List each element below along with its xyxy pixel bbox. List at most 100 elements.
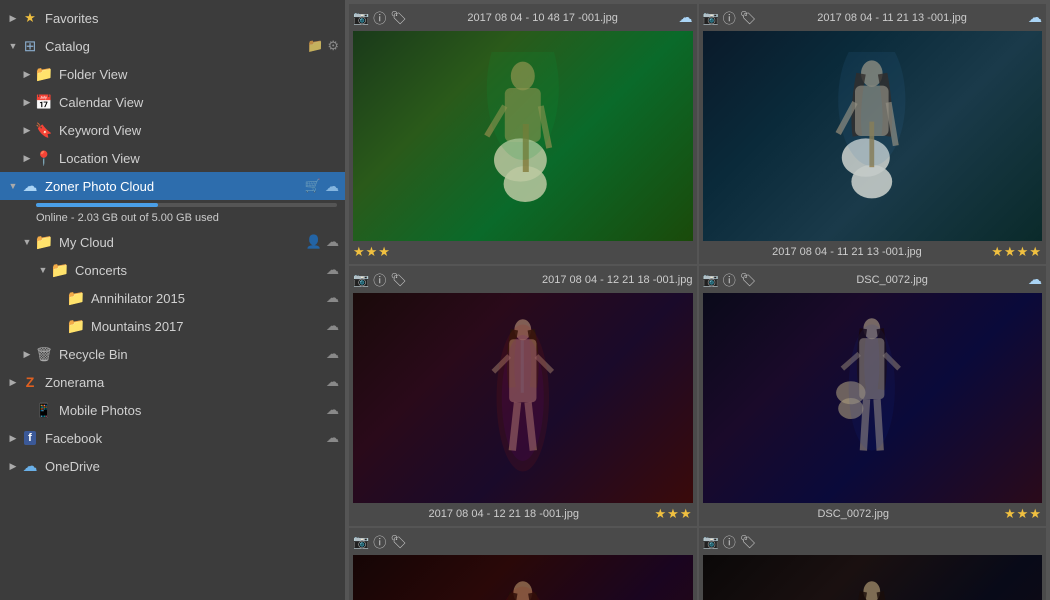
- folder-icon: 📁: [34, 64, 54, 84]
- annihilator-label: Annihilator 2015: [91, 291, 326, 306]
- sidebar-item-zonerama[interactable]: ▶ Z Zonerama ☁: [0, 368, 345, 396]
- annihilator-cloud-icon[interactable]: ☁: [326, 290, 339, 306]
- gear-icon[interactable]: ⚙: [327, 38, 339, 54]
- cloud-sync-icon[interactable]: ☁: [325, 178, 339, 195]
- photo-filename-label-4: DSC_0072.jpg: [703, 508, 1005, 520]
- calendar-icon: 📅: [34, 92, 54, 112]
- zonerama-cloud-icon[interactable]: ☁: [326, 374, 339, 390]
- recycle-bin-label: Recycle Bin: [59, 347, 326, 362]
- mountains-actions: ☁: [326, 318, 339, 334]
- photo-bottom-1: 2017 08 04 - 10 48 17 -001.jpg ★★★: [353, 244, 693, 260]
- sidebar-item-my-cloud[interactable]: ▼ 📁 My Cloud 👤 ☁: [0, 228, 345, 256]
- my-cloud-sync-icon[interactable]: ☁: [326, 234, 339, 250]
- person-icon[interactable]: 👤: [306, 234, 322, 250]
- sidebar-item-folder-view[interactable]: ▶ 📁 Folder View: [0, 60, 345, 88]
- guitarist-svg-3: [387, 314, 659, 482]
- sidebar-item-recycle-bin[interactable]: ▶ 🗑 Recycle Bin ☁: [0, 340, 345, 368]
- photo-icons-2: 📷 ⓘ 🏷: [703, 8, 757, 27]
- sidebar-item-keyword-view[interactable]: ▶ 🔖 Keyword View: [0, 116, 345, 144]
- sidebar-item-annihilator[interactable]: ▶ 📁 Annihilator 2015 ☁: [0, 284, 345, 312]
- photo-bottom-2: 2017 08 04 - 11 21 13 -001.jpg ★★★★: [703, 244, 1043, 260]
- camera-icon-5: 📷: [353, 534, 369, 550]
- photo-image-4[interactable]: [703, 293, 1043, 503]
- sidebar-item-favorites[interactable]: ▶ ★ Favorites: [0, 4, 345, 32]
- photo-icons-4: 📷 ⓘ 🏷: [703, 270, 757, 289]
- stars-4: ★★★: [1004, 506, 1042, 522]
- storage-bar: [36, 203, 337, 207]
- concerts-label: Concerts: [75, 263, 326, 278]
- favorites-label: Favorites: [45, 11, 339, 26]
- mountains-label: Mountains 2017: [91, 319, 326, 334]
- sidebar-item-zoner-cloud[interactable]: ▼ ☁ Zoner Photo Cloud 🛒 ☁: [0, 172, 345, 200]
- photo-cell-5[interactable]: 📷 ⓘ 🏷 DSC_0086.jpg: [349, 528, 697, 600]
- camera-icon-1: 📷: [353, 10, 369, 26]
- calendar-view-label: Calendar View: [59, 95, 339, 110]
- photo-cell-4[interactable]: 📷 ⓘ 🏷 DSC_0072.jpg ☁: [699, 266, 1047, 526]
- zoner-cloud-icon: ☁: [20, 176, 40, 196]
- sidebar-item-onedrive[interactable]: ▶ ☁ OneDrive: [0, 452, 345, 480]
- guitarist-svg-6: [736, 576, 1008, 600]
- sidebar-item-concerts[interactable]: ▼ 📁 Concerts ☁: [0, 256, 345, 284]
- photo-bg-5: [353, 555, 693, 600]
- photo-image-3[interactable]: [353, 293, 693, 503]
- mobile-photos-label: Mobile Photos: [59, 403, 326, 418]
- facebook-cloud-icon[interactable]: ☁: [326, 430, 339, 446]
- photo-image-5[interactable]: [353, 555, 693, 600]
- facebook-icon: f: [20, 428, 40, 448]
- photo-icons-5: 📷 ⓘ 🏷: [353, 532, 407, 551]
- photo-icons-1: 📷 ⓘ 🏷: [353, 8, 407, 27]
- mountains-cloud-icon[interactable]: ☁: [326, 318, 339, 334]
- photo-image-1[interactable]: [353, 31, 693, 241]
- chevron-favorites-icon: ▶: [6, 11, 20, 25]
- sidebar-item-mountains[interactable]: ▶ 📁 Mountains 2017 ☁: [0, 312, 345, 340]
- location-view-label: Location View: [59, 151, 339, 166]
- photo-bottom-4: DSC_0072.jpg ★★★: [703, 506, 1043, 522]
- cart-icon[interactable]: 🛒: [305, 178, 321, 194]
- camera-icon-3: 📷: [353, 272, 369, 288]
- guitarist-svg-1: [387, 52, 659, 220]
- sidebar-item-calendar-view[interactable]: ▶ 📅 Calendar View: [0, 88, 345, 116]
- photo-bg-6: [703, 555, 1043, 600]
- photo-cell-2[interactable]: 📷 ⓘ 🏷 2017 08 04 - 11 21 13 -001.jpg ☁: [699, 4, 1047, 264]
- photo-filename-2: 2017 08 04 - 11 21 13 -001.jpg: [817, 12, 967, 24]
- sidebar-item-facebook[interactable]: ▶ f Facebook ☁: [0, 424, 345, 452]
- photo-image-2[interactable]: [703, 31, 1043, 241]
- photo-filename-label-3: 2017 08 04 - 12 21 18 -001.jpg: [353, 508, 655, 520]
- cloud-status-1: ☁: [679, 9, 693, 26]
- my-cloud-actions: 👤 ☁: [306, 234, 339, 250]
- photo-meta-top-4: 📷 ⓘ 🏷 DSC_0072.jpg ☁: [703, 270, 1043, 289]
- chevron-location-icon: ▶: [20, 151, 34, 165]
- mobile-icon: 📱: [34, 400, 54, 420]
- sidebar-item-location-view[interactable]: ▶ 📍 Location View: [0, 144, 345, 172]
- photo-cell-6[interactable]: 📷 ⓘ 🏷: [699, 528, 1047, 600]
- star-icon: ★: [20, 8, 40, 28]
- recycle-cloud-icon[interactable]: ☁: [326, 346, 339, 362]
- mobile-cloud-icon[interactable]: ☁: [326, 402, 339, 418]
- cloud-status-4: ☁: [1028, 271, 1042, 288]
- tag-icon-2: 🏷: [740, 10, 757, 26]
- info-icon-1: ⓘ: [373, 8, 386, 27]
- recycle-actions: ☁: [326, 346, 339, 362]
- tag-icon-4: 🏷: [740, 272, 757, 288]
- concerts-cloud-icon[interactable]: ☁: [326, 262, 339, 278]
- trash-icon: 🗑: [34, 344, 54, 364]
- photo-meta-top-2: 📷 ⓘ 🏷 2017 08 04 - 11 21 13 -001.jpg ☁: [703, 8, 1043, 27]
- chevron-catalog-icon: ▼: [6, 39, 20, 53]
- add-folder-icon[interactable]: 📁: [307, 38, 323, 54]
- sidebar-item-mobile-photos[interactable]: ▶ 📱 Mobile Photos ☁: [0, 396, 345, 424]
- concerts-actions: ☁: [326, 262, 339, 278]
- photo-meta-top-5: 📷 ⓘ 🏷: [353, 532, 693, 551]
- my-cloud-label: My Cloud: [59, 235, 306, 250]
- annihilator-actions: ☁: [326, 290, 339, 306]
- tag-icon-1: 🏷: [390, 10, 407, 26]
- guitarist-svg-2: [736, 52, 1008, 220]
- photo-image-6[interactable]: [703, 555, 1043, 600]
- tag-icon-6: 🏷: [740, 534, 757, 550]
- catalog-label: Catalog: [45, 39, 307, 54]
- storage-bar-fill: [36, 203, 158, 207]
- photo-cell-1[interactable]: 📷 ⓘ 🏷 2017 08 04 - 10 48 17 -001.jpg ☁: [349, 4, 697, 264]
- concerts-folder-icon: 📁: [50, 260, 70, 280]
- sidebar-item-catalog[interactable]: ▼ ⊞ Catalog 📁 ⚙: [0, 32, 345, 60]
- photo-cell-3[interactable]: 📷 ⓘ 🏷 2017 08 04 - 12 21 18 -001.jpg: [349, 266, 697, 526]
- chevron-mycloud-icon: ▼: [20, 235, 34, 249]
